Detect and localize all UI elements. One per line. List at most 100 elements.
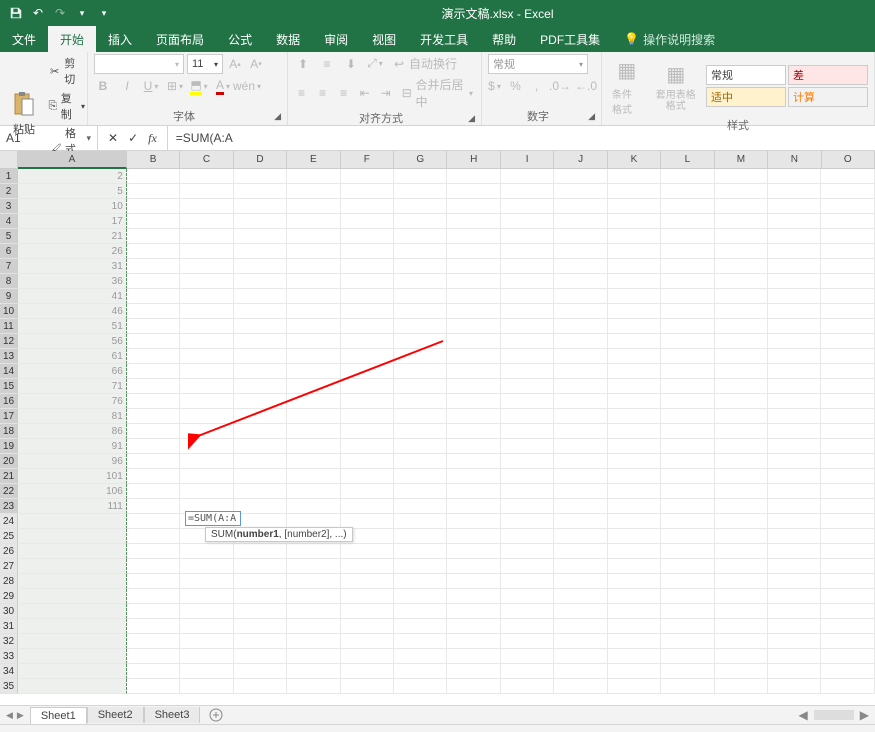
cell[interactable] [501, 364, 554, 379]
col-header-G[interactable]: G [394, 151, 447, 169]
cell[interactable]: 21 [18, 229, 127, 244]
cell[interactable] [234, 199, 287, 214]
cell[interactable] [127, 259, 180, 274]
col-header-D[interactable]: D [234, 151, 287, 169]
row-header-35[interactable]: 35 [0, 679, 18, 694]
cell[interactable] [821, 439, 874, 454]
cell[interactable] [715, 559, 768, 574]
cell[interactable] [501, 439, 554, 454]
cell[interactable] [234, 259, 287, 274]
cell[interactable] [501, 499, 554, 514]
scroll-left-icon[interactable]: ◀ [799, 708, 808, 722]
select-all-corner[interactable] [0, 151, 18, 169]
cell[interactable] [768, 364, 821, 379]
cell[interactable] [447, 274, 500, 289]
cell[interactable] [234, 604, 287, 619]
row-header-5[interactable]: 5 [0, 229, 18, 244]
cell[interactable] [554, 334, 607, 349]
row-header-33[interactable]: 33 [0, 649, 18, 664]
editing-cell[interactable]: =SUM(A:A [185, 511, 241, 526]
cell[interactable] [447, 229, 500, 244]
cell[interactable]: 101 [18, 469, 127, 484]
tell-me-search[interactable]: 💡 操作说明搜索 [612, 26, 727, 52]
cell[interactable] [394, 304, 447, 319]
cell[interactable] [554, 649, 607, 664]
sheet-nav-prev-icon[interactable]: ◀ [6, 710, 13, 721]
cell[interactable] [127, 334, 180, 349]
cell[interactable] [341, 289, 394, 304]
col-header-E[interactable]: E [287, 151, 340, 169]
cell[interactable] [341, 454, 394, 469]
cell[interactable] [394, 379, 447, 394]
cell[interactable] [234, 439, 287, 454]
cell[interactable] [821, 664, 874, 679]
font-launcher[interactable]: ◢ [274, 111, 281, 122]
cell[interactable] [501, 319, 554, 334]
cell[interactable] [234, 589, 287, 604]
cell[interactable] [287, 634, 340, 649]
cell[interactable] [821, 319, 874, 334]
cell[interactable] [661, 439, 714, 454]
number-launcher[interactable]: ◢ [588, 111, 595, 122]
cell[interactable] [715, 364, 768, 379]
cell[interactable] [715, 424, 768, 439]
cell[interactable] [234, 454, 287, 469]
cell[interactable] [341, 319, 394, 334]
cell[interactable] [554, 634, 607, 649]
cell[interactable] [608, 424, 661, 439]
row-header-2[interactable]: 2 [0, 184, 18, 199]
cell[interactable] [287, 469, 340, 484]
cell[interactable] [501, 334, 554, 349]
cell[interactable] [715, 469, 768, 484]
col-header-O[interactable]: O [822, 151, 875, 169]
cell[interactable] [501, 379, 554, 394]
cell[interactable] [554, 679, 607, 694]
cell[interactable] [394, 634, 447, 649]
cell[interactable] [127, 604, 180, 619]
scroll-right-icon[interactable]: ▶ [860, 708, 869, 722]
cell[interactable] [180, 409, 233, 424]
cell[interactable] [661, 469, 714, 484]
cell[interactable]: 91 [18, 439, 127, 454]
cell[interactable] [608, 469, 661, 484]
cell[interactable] [234, 394, 287, 409]
row-header-22[interactable]: 22 [0, 484, 18, 499]
cell[interactable] [608, 364, 661, 379]
cell[interactable] [501, 679, 554, 694]
cell[interactable] [608, 379, 661, 394]
cell[interactable]: 5 [18, 184, 127, 199]
cell[interactable] [180, 304, 233, 319]
cell[interactable] [394, 169, 447, 184]
cell[interactable] [394, 199, 447, 214]
cell[interactable] [394, 454, 447, 469]
cell[interactable] [715, 244, 768, 259]
row-header-4[interactable]: 4 [0, 214, 18, 229]
cell[interactable] [661, 649, 714, 664]
cell[interactable] [180, 259, 233, 274]
cell[interactable] [608, 454, 661, 469]
cell[interactable] [821, 169, 874, 184]
cell[interactable] [608, 334, 661, 349]
cell[interactable] [768, 589, 821, 604]
cell[interactable] [234, 574, 287, 589]
cell[interactable] [768, 304, 821, 319]
cell[interactable] [608, 319, 661, 334]
cell[interactable] [821, 394, 874, 409]
row-header-30[interactable]: 30 [0, 604, 18, 619]
cell[interactable] [394, 664, 447, 679]
cell[interactable] [447, 169, 500, 184]
cell[interactable] [821, 514, 874, 529]
font-size-combo[interactable]: 11▾ [187, 54, 223, 74]
cell[interactable] [554, 544, 607, 559]
cell[interactable] [608, 184, 661, 199]
cell[interactable] [554, 499, 607, 514]
cancel-formula-icon[interactable]: ✕ [108, 131, 118, 145]
cell[interactable] [447, 199, 500, 214]
name-box[interactable]: A1 ▾ [0, 126, 98, 150]
cell[interactable] [341, 244, 394, 259]
cell[interactable] [341, 499, 394, 514]
cell[interactable] [608, 169, 661, 184]
cell[interactable] [821, 364, 874, 379]
cell[interactable] [180, 379, 233, 394]
cell[interactable] [394, 424, 447, 439]
